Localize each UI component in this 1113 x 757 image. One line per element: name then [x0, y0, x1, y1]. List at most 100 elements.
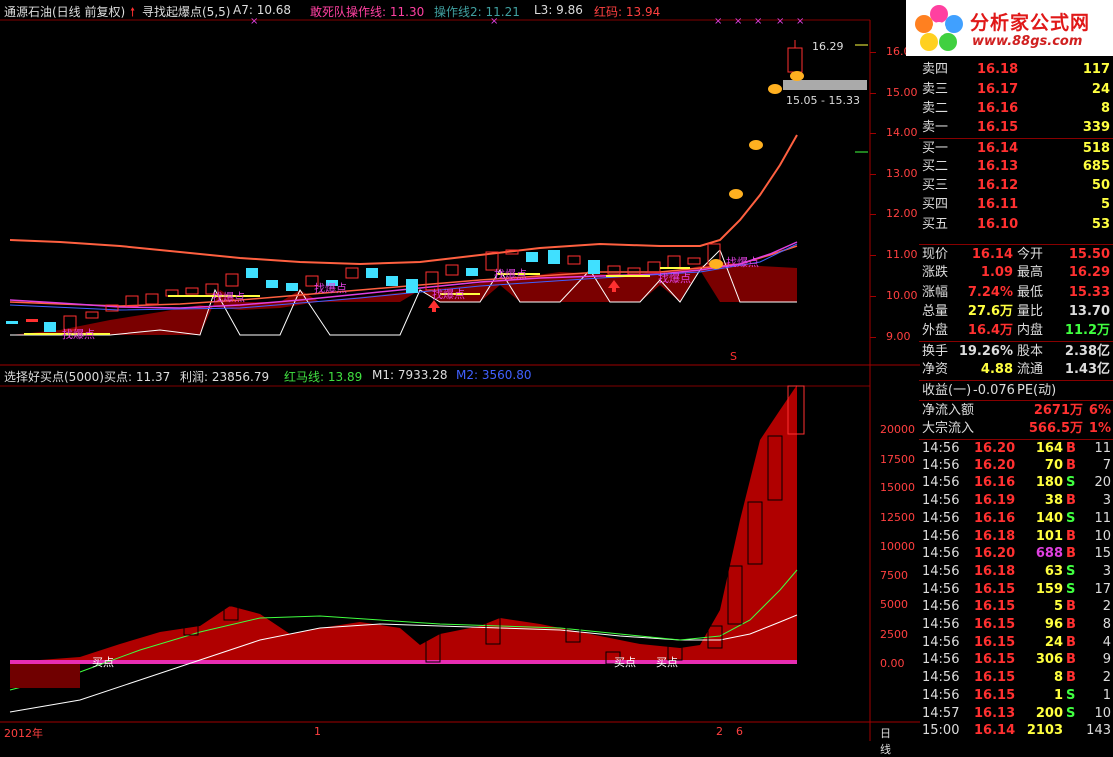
tick-row[interactable]: 14:56 16.20 164 B 11: [919, 439, 1113, 458]
flow-value: 566.5万: [1028, 421, 1083, 437]
flower-logo-icon: [915, 5, 963, 51]
order-book-price: 16.15: [977, 120, 1019, 136]
baozha-label: 找爆点: [494, 268, 527, 281]
order-book-label: 买一: [922, 140, 949, 156]
tick-row[interactable]: 14:56 16.18 101 B 10: [919, 528, 1113, 546]
tick-volume: 63: [1044, 563, 1063, 579]
order-book-row[interactable]: 卖三 16.17 24: [919, 80, 1113, 99]
stat-label: 今开: [1017, 247, 1044, 262]
tick-price: 16.15: [974, 599, 1016, 615]
order-book-row[interactable]: 卖一 16.15 339: [919, 118, 1113, 137]
tick-price: 16.18: [974, 528, 1016, 544]
tick-mark: [870, 133, 876, 134]
stat-label: 量比: [1017, 303, 1044, 319]
tick-time: 14:56: [922, 510, 960, 526]
baozha-label: 找爆点: [62, 328, 95, 341]
tick-count: 2: [1102, 670, 1111, 686]
tick-count: 11: [1094, 441, 1111, 456]
order-book-price: 16.12: [977, 178, 1019, 194]
tick-row[interactable]: 14:56 16.20 70 B 7: [919, 457, 1113, 475]
order-book-row[interactable]: 买一 16.14 518: [919, 137, 1113, 158]
order-book-row[interactable]: 卖四 16.18 117: [919, 60, 1113, 79]
site-logo: 分析家公式网 www.88gs.com: [906, 0, 1113, 56]
m2-line: [9, 569, 798, 691]
stat-row: 涨跌 1.09 最高 16.29: [919, 263, 1113, 282]
order-book-price: 16.14: [977, 140, 1019, 156]
stat-label: 内盘: [1017, 323, 1044, 339]
stat-value: 11.2万: [1064, 323, 1110, 339]
tick-count: 15: [1094, 546, 1111, 562]
stat-value: 19.26%: [958, 343, 1013, 359]
tick-row[interactable]: 14:56 16.15 24 B 4: [919, 634, 1113, 652]
tick-row[interactable]: 14:56 16.16 180 S 20: [919, 474, 1113, 492]
indicator-name[interactable]: 选择好买点(5000): [4, 368, 104, 385]
tick-time: 14:56: [922, 687, 960, 703]
profit-tick: 10000: [880, 540, 915, 553]
stat-value: 4.88: [980, 361, 1013, 377]
order-book-volume: 8: [1100, 100, 1110, 116]
tick-time: 14:56: [922, 652, 960, 668]
order-book-label: 卖一: [922, 120, 949, 136]
tick-volume: 180: [1035, 475, 1063, 491]
up-arrow-icon: 🠕: [130, 5, 136, 19]
tick-row[interactable]: 14:56 16.18 63 S 3: [919, 563, 1113, 581]
tick-row[interactable]: 14:56 16.15 1 S 1: [919, 687, 1113, 705]
tick-price: 16.15: [974, 617, 1016, 632]
dead-line-value: 敢死队操作线: 11.30: [310, 5, 425, 19]
stat-label: 现价: [922, 247, 949, 262]
indicator-name[interactable]: 寻找起爆点(5,5): [142, 3, 230, 20]
tick-direction: B: [1066, 617, 1076, 632]
stat-row: 换手 19.26% 股本 2.38亿: [919, 340, 1113, 361]
tick-count: 3: [1102, 493, 1111, 509]
order-book-row[interactable]: 买五 16.10 53: [919, 215, 1113, 234]
order-book-row[interactable]: 买二 16.13 685: [919, 157, 1113, 176]
buy-point-label: 买点: [92, 656, 114, 669]
tick-count: 3: [1102, 563, 1111, 579]
profit-tick: 2500: [880, 628, 908, 641]
tick-price: 16.16: [974, 475, 1016, 491]
tick-volume: 24: [1044, 634, 1063, 650]
tick-row[interactable]: 14:56 16.15 96 B 8: [919, 616, 1113, 634]
tick-time: 14:56: [922, 441, 960, 456]
tick-row[interactable]: 14:56 16.16 140 S 11: [919, 510, 1113, 528]
stat-row: 现价 16.14 今开 15.50: [919, 244, 1113, 264]
tick-volume: 140: [1035, 510, 1063, 526]
stock-title[interactable]: 通源石油(日线 前复权): [4, 3, 125, 20]
price-tick: 11.00: [886, 248, 918, 261]
tick-row[interactable]: 14:56 16.20 688 B 15: [919, 545, 1113, 563]
tick-row[interactable]: 14:56 16.19 38 B 3: [919, 492, 1113, 510]
tick-count: 9: [1102, 652, 1111, 668]
profit-area: [10, 385, 797, 664]
tick-time: 14:56: [922, 599, 960, 615]
tick-row[interactable]: 15:00 16.14 2103 143: [919, 722, 1113, 740]
stat-label: 最高: [1017, 265, 1044, 281]
tick-mark: [870, 52, 876, 53]
order-book-label: 卖四: [922, 62, 949, 78]
tick-time: 14:56: [922, 670, 960, 686]
tick-mark: [870, 214, 876, 215]
period-tab[interactable]: 日线: [880, 725, 891, 757]
tick-count: 11: [1094, 510, 1111, 526]
stat-label: 总量: [922, 303, 949, 319]
tick-price: 16.20: [974, 441, 1016, 456]
tick-row[interactable]: 14:56 16.15 306 B 9: [919, 651, 1113, 669]
date-month: 6: [736, 725, 743, 738]
stat-row: 外盘 16.4万 内盘 11.2万: [919, 321, 1113, 340]
tick-row[interactable]: 14:56 16.15 159 S 17: [919, 581, 1113, 599]
tick-row[interactable]: 14:56 16.15 5 B 2: [919, 598, 1113, 616]
order-book-row[interactable]: 卖二 16.16 8: [919, 99, 1113, 118]
tick-row[interactable]: 14:56 16.15 8 B 2: [919, 669, 1113, 687]
tick-price: 16.14: [974, 723, 1016, 739]
tick-time: 14:56: [922, 581, 960, 597]
tick-row[interactable]: 14:57 16.13 200 S 10: [919, 705, 1113, 723]
earnings-label: 收益(一): [922, 383, 972, 398]
stat-row: 净资 4.88 流通 1.43亿: [919, 360, 1113, 379]
tick-time: 14:56: [922, 546, 960, 562]
tick-price: 16.13: [974, 705, 1016, 721]
order-book-row[interactable]: 买三 16.12 50: [919, 176, 1113, 195]
logo-url[interactable]: www.88gs.com: [972, 34, 1082, 49]
red-code-value: 红码: 13.94: [594, 5, 661, 19]
order-book-row[interactable]: 买四 16.11 5: [919, 195, 1113, 214]
redline-value: 红马线: 13.89: [284, 370, 363, 384]
tick-price: 16.15: [974, 687, 1016, 703]
